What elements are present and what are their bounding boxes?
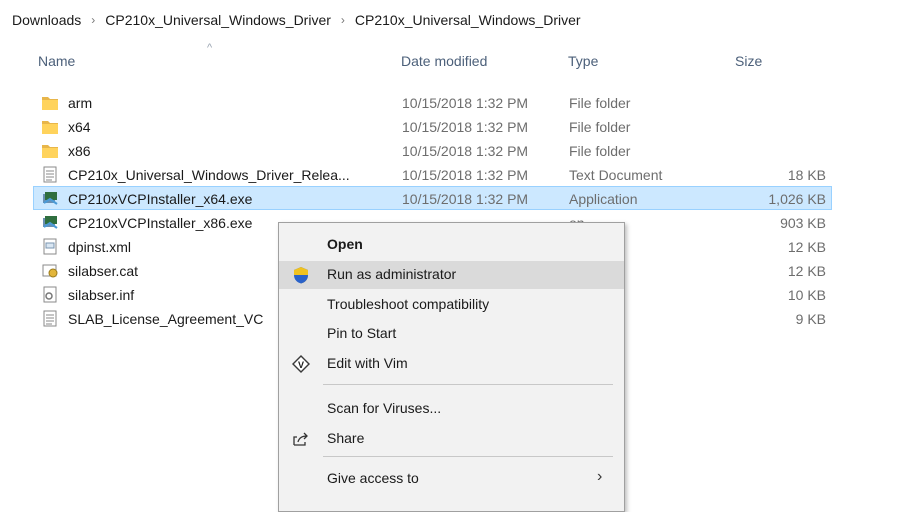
file-type: File folder [569, 95, 631, 111]
share-icon [291, 429, 311, 449]
breadcrumb-separator-icon: › [340, 13, 345, 27]
vim-icon: V [291, 354, 311, 374]
menu-item-share[interactable]: Share [279, 425, 624, 453]
file-size: 1,026 KB [768, 191, 826, 207]
file-size: 10 KB [787, 287, 826, 303]
context-menu: Open Run as administrator Troubleshoot com… [278, 222, 625, 512]
installer-icon [41, 214, 59, 231]
file-size: 903 KB [780, 215, 826, 231]
menu-item-label: Run as administrator [327, 266, 457, 282]
menu-item-pin-to-start[interactable]: Pin to Start [279, 320, 624, 348]
breadcrumb-driver-folder[interactable]: CP210x_Universal_Windows_Driver [105, 12, 331, 28]
svg-text:V: V [298, 360, 304, 370]
menu-separator [323, 456, 613, 457]
menu-item-open[interactable]: Open [279, 231, 624, 259]
menu-separator [323, 384, 613, 385]
menu-item-troubleshoot-compatibility[interactable]: Troubleshoot compatibility [279, 291, 624, 319]
column-header-name[interactable]: Name [38, 53, 75, 69]
file-name: CP210x_Universal_Windows_Driver_Relea... [68, 167, 350, 183]
file-name: x64 [68, 119, 91, 135]
text-document-icon [41, 166, 59, 183]
file-date-modified: 10/15/2018 1:32 PM [402, 143, 529, 159]
file-row[interactable]: CP210xVCPInstaller_x64.exe 10/15/2018 1:3… [33, 186, 832, 210]
file-size: 12 KB [787, 263, 826, 279]
security-catalog-icon [41, 262, 59, 279]
column-header-date[interactable]: Date modified [401, 53, 487, 69]
menu-item-give-access-to[interactable]: Give access to › [279, 465, 624, 493]
folder-icon [41, 94, 59, 111]
column-header-type[interactable]: Type [568, 53, 598, 69]
file-name: x86 [68, 143, 91, 159]
file-type: File folder [569, 119, 631, 135]
xml-document-icon [41, 238, 59, 255]
folder-icon [41, 118, 59, 135]
file-type: Application [569, 191, 638, 207]
menu-item-label: Give access to [327, 470, 419, 486]
column-header-size[interactable]: Size [735, 53, 762, 69]
file-date-modified: 10/15/2018 1:32 PM [402, 119, 529, 135]
file-date-modified: 10/15/2018 1:32 PM [402, 191, 529, 207]
file-row[interactable]: arm 10/15/2018 1:32 PM File folder [33, 90, 832, 114]
submenu-chevron-icon: › [597, 468, 603, 485]
installer-icon [41, 190, 59, 207]
breadcrumb-driver-subfolder[interactable]: CP210x_Universal_Windows_Driver [355, 12, 581, 28]
file-type: File folder [569, 143, 631, 159]
menu-item-label: Pin to Start [327, 325, 397, 341]
folder-icon [41, 142, 59, 159]
menu-item-label: Open [327, 236, 363, 252]
menu-item-scan-for-viruses[interactable]: Scan for Viruses... [279, 395, 624, 423]
menu-item-label: Edit with Vim [327, 355, 408, 371]
file-name: CP210xVCPInstaller_x64.exe [68, 191, 253, 207]
file-row[interactable]: CP210x_Universal_Windows_Driver_Relea...… [33, 162, 832, 186]
breadcrumb-separator-icon: › [91, 13, 96, 27]
file-row[interactable]: x86 10/15/2018 1:32 PM File folder [33, 138, 832, 162]
file-size: 9 KB [795, 311, 826, 327]
breadcrumb-downloads[interactable]: Downloads [12, 12, 81, 28]
file-date-modified: 10/15/2018 1:32 PM [402, 167, 529, 183]
breadcrumb: Downloads › CP210x_Universal_Windows_Dri… [0, 0, 904, 40]
setup-information-icon [41, 286, 59, 303]
menu-item-run-as-administrator[interactable]: Run as administrator [279, 261, 624, 289]
menu-item-edit-with-vim[interactable]: V Edit with Vim [279, 350, 624, 378]
menu-item-label: Share [327, 430, 365, 446]
menu-item-label: Scan for Viruses... [327, 400, 442, 416]
menu-item-label: Troubleshoot compatibility [327, 296, 490, 312]
file-date-modified: 10/15/2018 1:32 PM [402, 95, 529, 111]
file-type: Text Document [569, 167, 663, 183]
file-name: arm [68, 95, 93, 111]
uac-shield-icon [291, 265, 311, 285]
sort-ascending-icon: ^ [207, 42, 213, 54]
text-document-icon [41, 310, 59, 327]
file-size: 18 KB [787, 167, 826, 183]
file-size: 12 KB [787, 239, 826, 255]
column-headers: Name ^ Date modified Type Size [0, 42, 904, 74]
file-row[interactable]: x64 10/15/2018 1:32 PM File folder [33, 114, 832, 138]
